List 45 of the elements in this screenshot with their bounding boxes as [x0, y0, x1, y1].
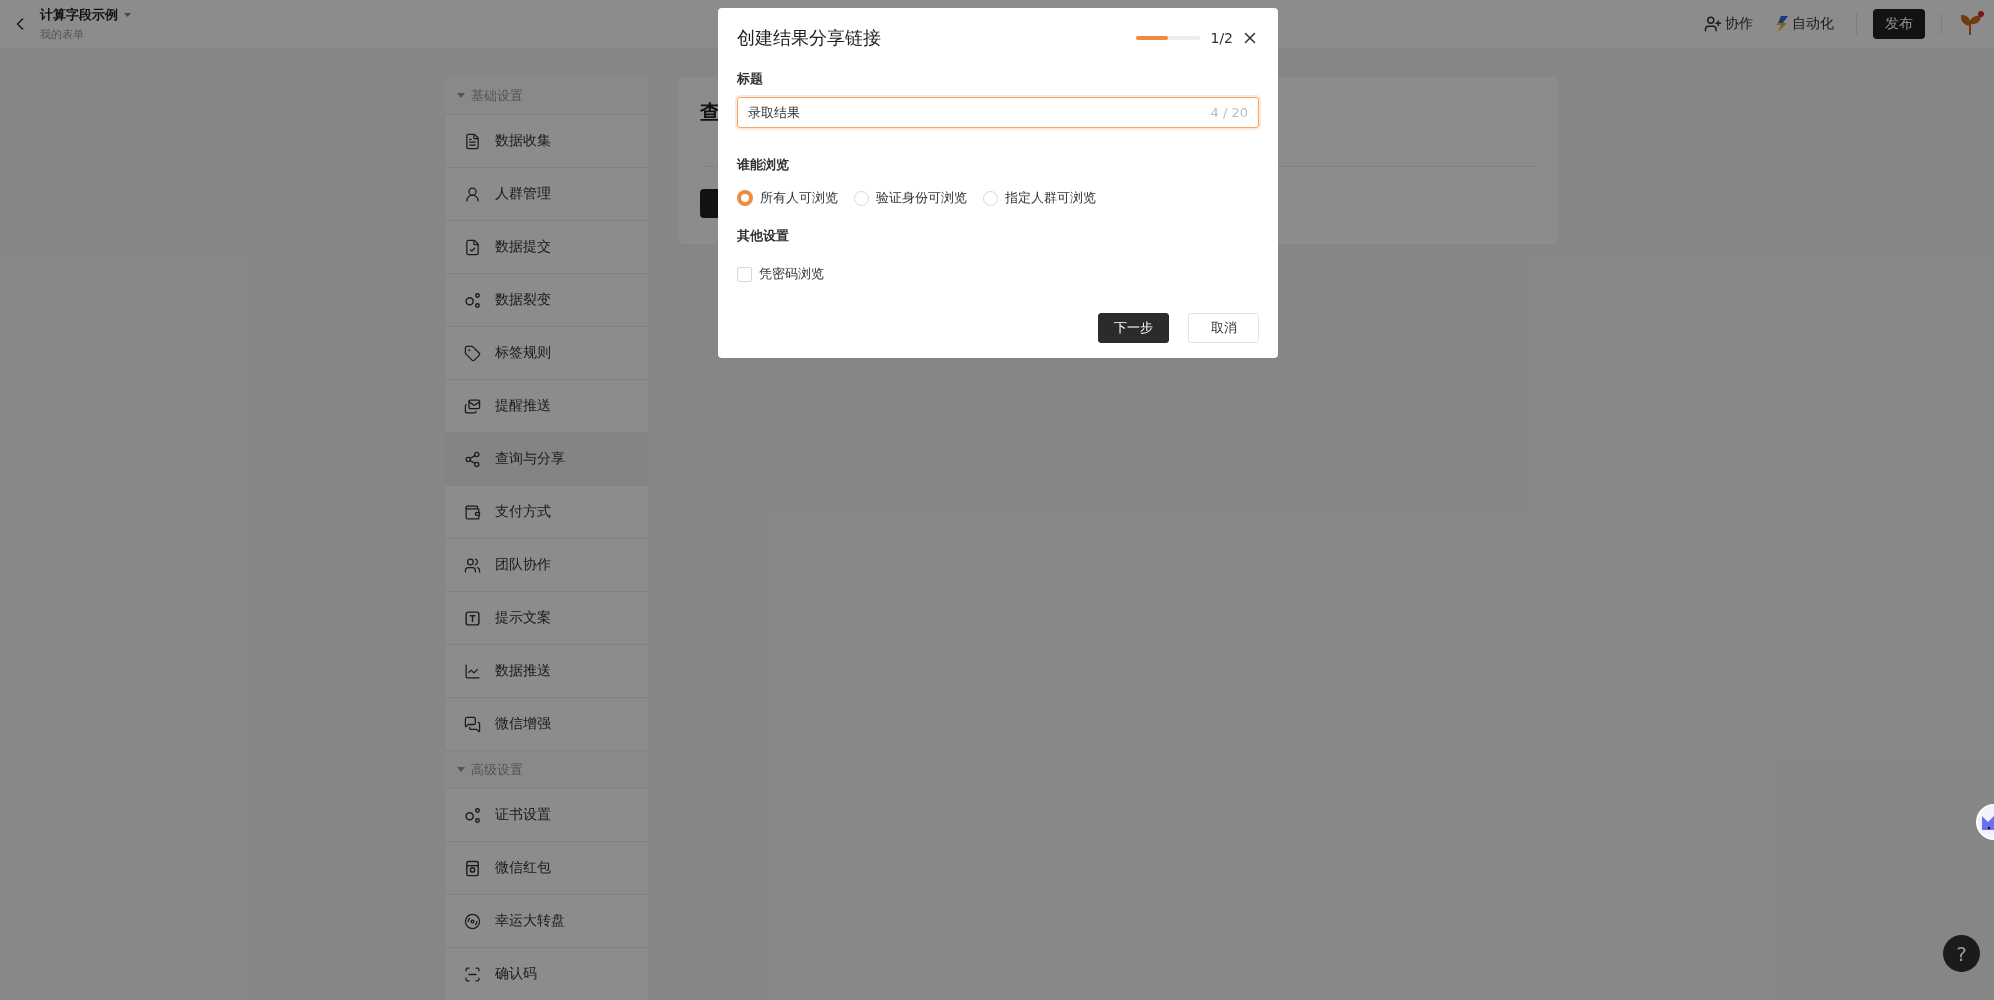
document-icon — [464, 132, 481, 150]
field-label: 谁能浏览 — [737, 156, 790, 174]
step-progress — [1136, 36, 1201, 40]
character-counter: 4 / 20 — [1210, 105, 1248, 120]
checkbox-option[interactable]: 凭密码浏览 — [737, 265, 1259, 283]
title-input[interactable]: 录取结果 — [748, 105, 1211, 120]
form-title[interactable]: 计算字段示例 — [40, 6, 118, 24]
users-icon — [464, 556, 481, 574]
caret-icon — [457, 767, 465, 772]
disc-icon — [464, 912, 481, 930]
card-icon — [464, 859, 481, 877]
user-icon — [464, 185, 481, 203]
text-box-icon — [464, 609, 481, 627]
radio-option[interactable]: 指定人群可浏览 — [983, 189, 1096, 207]
toolbar-action[interactable]: 自动化 — [1769, 15, 1840, 33]
assistant-icon[interactable] — [1974, 804, 1994, 840]
scan-icon — [464, 965, 481, 983]
toolbar-action[interactable]: 协作 — [1698, 15, 1759, 33]
step-counter: 1/2 — [1210, 30, 1233, 46]
publish-button[interactable]: 发布 — [1873, 9, 1925, 39]
tag-icon — [464, 344, 481, 362]
share-icon — [464, 450, 481, 468]
title-field[interactable]: 录取结果 4 / 20 — [737, 97, 1259, 128]
sidebar-item[interactable]: 查询与分享 — [445, 433, 648, 486]
envelopes-icon — [464, 397, 481, 415]
next-button[interactable]: 下一步 — [1098, 313, 1169, 343]
chart-icon — [464, 662, 481, 680]
bolt-icon — [1775, 16, 1789, 32]
radio-option[interactable]: 所有人可浏览 — [737, 189, 838, 207]
nodes-icon — [464, 806, 481, 824]
user-plus-icon — [1704, 15, 1722, 33]
field-label: 标题 — [737, 70, 764, 88]
panel-title: 查 — [700, 99, 720, 126]
caret-icon — [457, 93, 465, 98]
radio-option[interactable]: 验证身份可浏览 — [854, 189, 967, 207]
document-check-icon — [464, 238, 481, 256]
wallet-icon — [464, 503, 481, 521]
nodes-icon — [464, 291, 481, 309]
caret-icon[interactable] — [124, 13, 131, 17]
help-button[interactable]: ? — [1943, 935, 1980, 972]
chat-icon — [464, 715, 481, 733]
dialog-title: 创建结果分享链接 — [737, 26, 882, 50]
cancel-button[interactable]: 取消 — [1188, 313, 1259, 343]
logo-icon[interactable] — [1958, 11, 1984, 37]
field-label: 其他设置 — [737, 227, 790, 245]
